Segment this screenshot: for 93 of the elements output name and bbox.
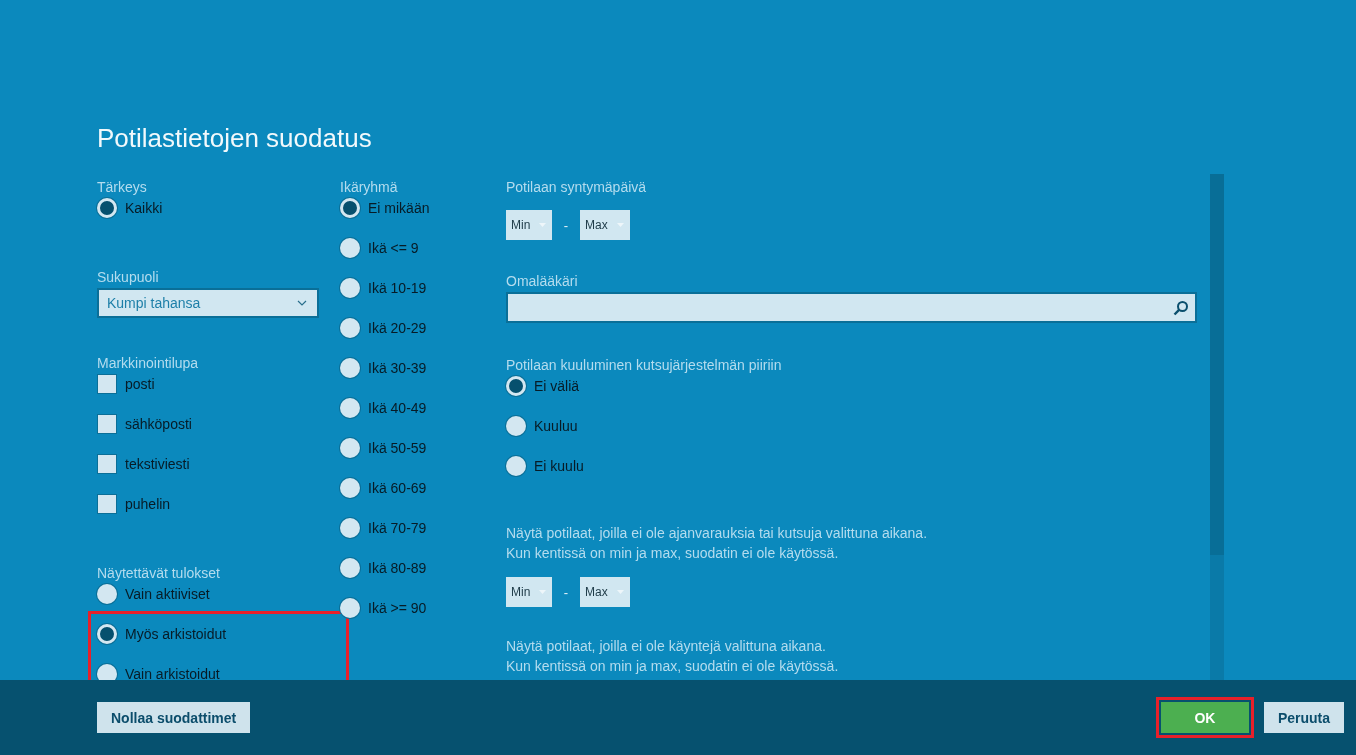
radio-option[interactable]: Kuuluu	[506, 416, 1210, 436]
radio-option[interactable]: Ei mikään	[340, 198, 506, 218]
option-label: Ei mikään	[368, 200, 430, 216]
checkbox[interactable]	[97, 414, 117, 434]
option-label: Ikä 60-69	[368, 480, 427, 496]
radio-button[interactable]	[97, 198, 117, 218]
range-separator: -	[562, 217, 570, 233]
radio-option[interactable]: Ei kuulu	[506, 456, 1210, 476]
option-label: Ikä 40-49	[368, 400, 427, 416]
group-label: Näytettävät tulokset	[97, 564, 221, 582]
dialog-button[interactable]: Peruuta	[1263, 702, 1344, 733]
dropdown-value: Kumpi tahansa	[107, 295, 201, 311]
radio-button[interactable]	[97, 584, 117, 604]
option-label: Vain arkistoidut	[125, 666, 220, 680]
option-label: Ikä 70-79	[368, 520, 427, 536]
dialog-button[interactable]: Nollaa suodattimet	[97, 702, 251, 733]
field-label: Potilaan syntymäpäivä	[506, 178, 648, 196]
radio-option[interactable]: Ikä 70-79	[340, 518, 506, 538]
radio-button[interactable]	[97, 664, 117, 680]
option-label: Ikä 10-19	[368, 280, 427, 296]
scrollbar[interactable]	[1210, 174, 1224, 680]
search-icon	[1173, 299, 1189, 316]
date-picker[interactable]: Min	[506, 210, 552, 240]
checkbox[interactable]	[97, 374, 117, 394]
date-picker[interactable]: Max	[580, 577, 630, 607]
radio-button[interactable]	[340, 438, 360, 458]
radio-button[interactable]	[506, 416, 526, 436]
checkbox-option[interactable]: posti	[97, 374, 340, 394]
radio-button[interactable]	[340, 398, 360, 418]
option-label: Ikä 30-39	[368, 360, 427, 376]
option-label: Ikä >= 90	[368, 600, 427, 616]
radio-button[interactable]	[506, 456, 526, 476]
option-label: Vain aktiiviset	[125, 586, 210, 602]
range-separator: -	[562, 584, 570, 600]
radio-option[interactable]: Ikä 60-69	[340, 478, 506, 498]
group-label: Markkinointilupa	[97, 354, 200, 372]
radio-option[interactable]: Ikä <= 9	[340, 238, 506, 258]
option-label: Ikä 20-29	[368, 320, 427, 336]
radio-button[interactable]	[97, 624, 117, 644]
option-label: Ei kuulu	[534, 458, 584, 474]
checkbox[interactable]	[97, 454, 117, 474]
option-label: Ikä 50-59	[368, 440, 427, 456]
checkbox-option[interactable]: puhelin	[97, 494, 340, 514]
radio-option[interactable]: Ikä 10-19	[340, 278, 506, 298]
radio-button[interactable]	[340, 318, 360, 338]
radio-option[interactable]: Kaikki	[97, 198, 340, 218]
dialog-title: Potilastietojen suodatus	[97, 123, 373, 153]
option-label: puhelin	[125, 496, 171, 512]
field-label: Sukupuoli	[97, 268, 160, 286]
radio-option[interactable]: Ikä 80-89	[340, 558, 506, 578]
radio-button[interactable]	[340, 558, 360, 578]
date-picker[interactable]: Min	[506, 577, 552, 607]
radio-option[interactable]: Myös arkistoidut	[97, 624, 340, 644]
checkbox[interactable]	[97, 494, 117, 514]
radio-option[interactable]: Ikä 40-49	[340, 398, 506, 418]
option-label: sähköposti	[125, 416, 192, 432]
radio-option[interactable]: Ikä >= 90	[340, 598, 506, 618]
radio-option[interactable]: Ikä 30-39	[340, 358, 506, 378]
option-label: Ikä <= 9	[368, 240, 419, 256]
chevron-down-icon	[297, 300, 307, 306]
search-field[interactable]	[506, 292, 1197, 323]
checkbox-option[interactable]: tekstiviesti	[97, 454, 340, 474]
group-label: Ikäryhmä	[340, 178, 399, 196]
field-label: Omalääkäri	[506, 272, 579, 290]
radio-button[interactable]	[340, 478, 360, 498]
option-label: Kaikki	[125, 200, 163, 216]
ok-button[interactable]: OK	[1160, 702, 1249, 733]
option-label: Kuuluu	[534, 418, 578, 434]
radio-button[interactable]	[340, 238, 360, 258]
radio-option[interactable]: Ei väliä	[506, 376, 1210, 396]
option-label: Ikä 80-89	[368, 560, 427, 576]
radio-option[interactable]: Vain aktiiviset	[97, 584, 340, 604]
radio-option[interactable]: Ikä 20-29	[340, 318, 506, 338]
radio-button[interactable]	[340, 278, 360, 298]
date-picker[interactable]: Max	[580, 210, 630, 240]
option-label: posti	[125, 376, 155, 392]
radio-button[interactable]	[340, 518, 360, 538]
option-label: Myös arkistoidut	[125, 626, 227, 642]
option-label: tekstiviesti	[125, 456, 190, 472]
checkbox-option[interactable]: sähköposti	[97, 414, 340, 434]
radio-button[interactable]	[340, 598, 360, 618]
hint-text: Näytä potilaat, joilla ei ole käyntejä valittuna aikana.	[506, 637, 827, 656]
group-label: Tärkeys	[97, 178, 148, 196]
hint-text: Näytä potilaat, joilla ei ole ajanvarauksia tai kutsuja valittuna aikana.	[506, 524, 929, 543]
dropdown[interactable]: Kumpi tahansa	[97, 288, 319, 318]
radio-option[interactable]: Ikä 50-59	[340, 438, 506, 458]
hint-text: Kun kentissä on min ja max, suodatin ei ole käytössä.	[506, 657, 840, 676]
radio-button[interactable]	[340, 358, 360, 378]
option-label: Ei väliä	[534, 378, 580, 394]
radio-button[interactable]	[506, 376, 526, 396]
group-label: Potilaan kuuluminen kutsujärjestelmän piiriin	[506, 356, 783, 374]
hint-text: Kun kentissä on min ja max, suodatin ei ole käytössä.	[506, 544, 840, 563]
radio-button[interactable]	[340, 198, 360, 218]
